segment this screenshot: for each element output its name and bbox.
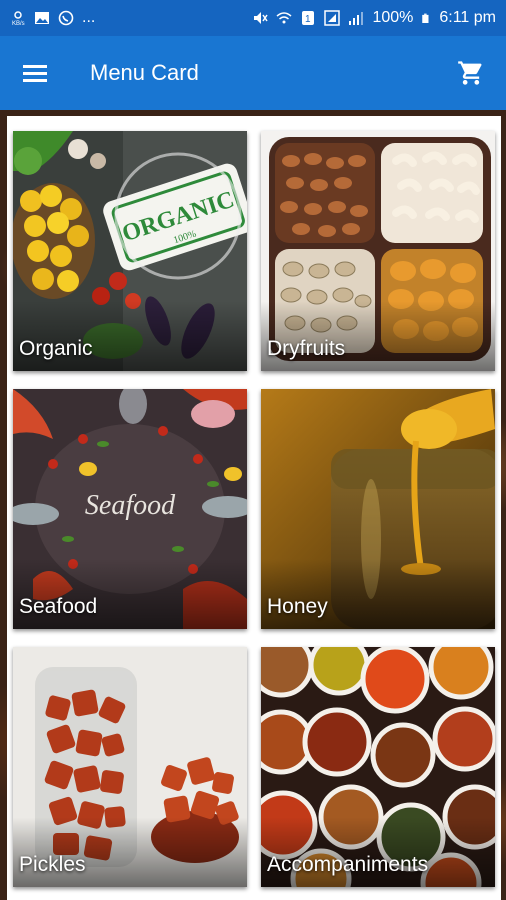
shopping-cart-icon <box>458 61 482 85</box>
wifi-icon <box>276 12 292 24</box>
svg-text:1: 1 <box>305 14 311 25</box>
svg-text:KB/s: KB/s <box>12 21 25 26</box>
status-bar: KB/s ... 1 100% 6:11 pm <box>0 0 506 36</box>
hamburger-menu-icon <box>23 65 47 82</box>
category-label: Honey <box>267 595 328 618</box>
category-label: Dryfruits <box>267 337 346 360</box>
data-icon: 1 <box>302 11 315 25</box>
ks-icon: KB/s <box>12 11 25 26</box>
category-label: Accompaniments <box>267 853 429 876</box>
battery-percent: 100% <box>372 9 414 26</box>
page-title: Menu Card <box>90 60 199 85</box>
battery-icon <box>422 13 429 23</box>
sim-icon <box>324 10 341 26</box>
category-tile-honey[interactable]: Honey <box>261 389 495 629</box>
more-notifications: ... <box>82 9 96 26</box>
status-left: KB/s ... <box>10 9 95 27</box>
category-label: Pickles <box>19 853 86 876</box>
category-tile-seafood[interactable]: Seafood Seafood <box>13 389 247 629</box>
gallery-icon <box>35 12 49 24</box>
menu-card: ORGANIC 100% Organic Dryfruits Seafood S… <box>7 116 501 900</box>
category-tile-pickles[interactable]: Pickles <box>13 647 247 887</box>
mute-icon <box>254 12 269 24</box>
signal-icon <box>349 12 364 25</box>
category-grid: ORGANIC 100% Organic Dryfruits Seafood S… <box>13 131 495 887</box>
category-label: Seafood <box>19 595 98 618</box>
status-right: 1 100% 6:11 pm <box>252 9 496 27</box>
cart-button[interactable] <box>436 36 506 110</box>
category-label: Organic <box>19 337 93 360</box>
app-bar: Menu Card <box>0 36 506 110</box>
seafood-script-text: Seafood <box>85 490 176 521</box>
category-tile-dryfruits[interactable]: Dryfruits <box>261 131 495 371</box>
menu-button[interactable] <box>0 36 70 110</box>
category-tile-accompaniments[interactable]: Accompaniments <box>261 647 495 887</box>
whatsapp-icon <box>58 10 74 26</box>
clock: 6:11 pm <box>439 9 496 26</box>
category-tile-organic[interactable]: ORGANIC 100% Organic <box>13 131 247 371</box>
